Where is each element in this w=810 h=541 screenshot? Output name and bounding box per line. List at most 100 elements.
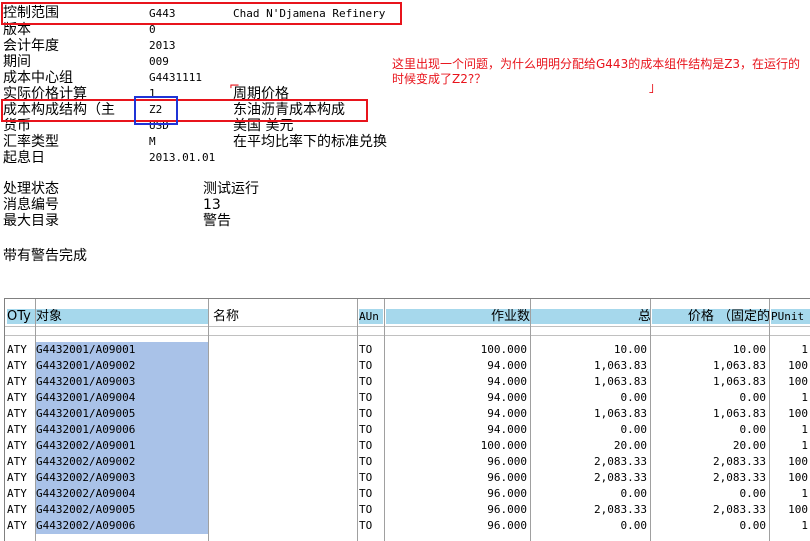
cell-aun: TO [359, 407, 373, 420]
cell-name [210, 390, 357, 406]
field-value-exchange-rate-type[interactable]: M [149, 134, 156, 150]
cell-oty: ATY [7, 343, 27, 356]
cell-name [210, 374, 357, 390]
cell-oty: ATY [7, 487, 27, 500]
table-row[interactable]: ATY G4432001/A09002 TO 94.000 1,063.83 1,063.… [5, 358, 810, 374]
cell-name [210, 518, 357, 534]
table-row[interactable]: ATY G4432002/A09002 TO 96.000 2,083.33 2,083.… [5, 454, 810, 470]
cell-price: 0.00 [739, 391, 767, 404]
cell-activity: 96.000 [487, 471, 527, 484]
cell-activity: 94.000 [487, 375, 527, 388]
cell-oty: ATY [7, 455, 27, 468]
status-value-processing: 测试运行 [203, 181, 259, 197]
table-row[interactable]: ATY G4432002/A09004 TO 96.000 0.00 0.00 1 [5, 486, 810, 502]
results-grid: OTy 对象 名称 AUn 作业数 总 价格 （固定的 PUnit ATY G44… [4, 298, 810, 541]
cell-object[interactable]: G4432002/A09005 [36, 502, 208, 518]
blue-highlight-z2 [134, 96, 178, 125]
table-row[interactable]: ATY G4432002/A09005 TO 96.000 2,083.33 2,083.… [5, 502, 810, 518]
cell-object[interactable]: G4432001/A09003 [36, 374, 208, 390]
table-row[interactable]: ATY G4432001/A09003 TO 94.000 1,063.83 1,063.… [5, 374, 810, 390]
cell-aun: TO [359, 423, 373, 436]
cell-object[interactable]: G4432001/A09001 [36, 342, 208, 358]
cell-object[interactable]: G4432002/A09003 [36, 470, 208, 486]
cell-aun: TO [359, 343, 373, 356]
cell-object[interactable]: G4432002/A09001 [36, 438, 208, 454]
table-row[interactable]: ATY G4432001/A09004 TO 94.000 0.00 0.00 1 [5, 390, 810, 406]
cell-activity: 96.000 [487, 503, 527, 516]
completion-message: 带有警告完成 [3, 248, 87, 264]
column-header-object[interactable]: 对象 [36, 309, 208, 324]
cell-total: 2,083.33 [594, 455, 647, 468]
cell-price: 1,063.83 [713, 407, 766, 420]
field-value-value-date[interactable]: 2013.01.01 [149, 150, 215, 166]
cell-price: 1,063.83 [713, 359, 766, 372]
field-label-value-date: 起息日 [3, 150, 45, 166]
column-header-name[interactable]: 名称 [210, 309, 357, 324]
cell-activity: 96.000 [487, 519, 527, 532]
cell-price: 2,083.33 [713, 503, 766, 516]
cell-punit: 1 [801, 343, 808, 356]
column-header-punit[interactable]: PUnit [771, 309, 810, 324]
field-value-fiscal-year[interactable]: 2013 [149, 38, 176, 54]
cell-activity: 100.000 [480, 343, 527, 356]
column-header-activity[interactable]: 作业数 [386, 309, 533, 324]
cell-oty: ATY [7, 359, 27, 372]
cell-oty: ATY [7, 407, 27, 420]
cell-punit: 100 [788, 375, 808, 388]
cell-name [210, 358, 357, 374]
cell-aun: TO [359, 519, 373, 532]
annotation-bracket-left: ⌐ [229, 79, 240, 94]
cell-punit: 100 [788, 407, 808, 420]
table-row[interactable]: ATY G4432002/A09006 TO 96.000 0.00 0.00 1 [5, 518, 810, 534]
table-row[interactable]: ATY G4432001/A09006 TO 94.000 0.00 0.00 1 [5, 422, 810, 438]
cell-object[interactable]: G4432001/A09002 [36, 358, 208, 374]
field-value-cost-center-group[interactable]: G4431111 [149, 70, 202, 86]
cell-oty: ATY [7, 439, 27, 452]
cell-object[interactable]: G4432002/A09006 [36, 518, 208, 534]
cell-object[interactable]: G4432001/A09006 [36, 422, 208, 438]
cell-price: 0.00 [739, 519, 767, 532]
cell-total: 0.00 [620, 391, 648, 404]
column-header-oty[interactable]: OTy [7, 309, 35, 324]
cell-activity: 94.000 [487, 407, 527, 420]
cell-price: 10.00 [732, 343, 766, 356]
cell-total: 1,063.83 [594, 375, 647, 388]
cell-activity: 96.000 [487, 487, 527, 500]
table-row[interactable]: ATY G4432001/A09001 TO 100.000 10.00 10.00 1 [5, 342, 810, 358]
cell-activity: 100.000 [480, 439, 527, 452]
status-label-processing: 处理状态 [3, 181, 59, 197]
cell-name [210, 438, 357, 454]
cell-punit: 1 [801, 423, 808, 436]
field-desc-exchange-rate-type: 在平均比率下的标准兑换 [233, 134, 387, 150]
cell-aun: TO [359, 487, 373, 500]
cell-punit: 100 [788, 503, 808, 516]
status-label-message-number: 消息编号 [3, 197, 59, 213]
cell-price: 2,083.33 [713, 471, 766, 484]
cell-total: 1,063.83 [594, 359, 647, 372]
annotation-note: 这里出现一个问题，为什么明明分配给G443的成本组件结构是Z3，在运行的时候变成… [392, 57, 801, 86]
cell-name [210, 470, 357, 486]
column-header-price[interactable]: 价格 （固定的 [652, 309, 770, 324]
column-header-aun[interactable]: AUn [359, 309, 383, 324]
field-label-period: 期间 [3, 54, 31, 70]
field-value-period[interactable]: 009 [149, 54, 169, 70]
cell-oty: ATY [7, 423, 27, 436]
cell-object[interactable]: G4432001/A09004 [36, 390, 208, 406]
column-header-total[interactable]: 总 [533, 309, 651, 324]
cell-object[interactable]: G4432002/A09004 [36, 486, 208, 502]
cell-oty: ATY [7, 471, 27, 484]
cell-total: 2,083.33 [594, 503, 647, 516]
cell-oty: ATY [7, 391, 27, 404]
table-row[interactable]: ATY G4432002/A09001 TO 100.000 20.00 20.00 1 [5, 438, 810, 454]
header-separator [5, 326, 810, 327]
cell-name [210, 342, 357, 358]
table-row[interactable]: ATY G4432001/A09005 TO 94.000 1,063.83 1,063.… [5, 406, 810, 422]
table-row[interactable]: ATY G4432002/A09003 TO 96.000 2,083.33 2,083.… [5, 470, 810, 486]
cell-object[interactable]: G4432002/A09002 [36, 454, 208, 470]
cell-object[interactable]: G4432001/A09005 [36, 406, 208, 422]
cell-punit: 1 [801, 439, 808, 452]
cell-price: 0.00 [739, 423, 767, 436]
cell-total: 10.00 [613, 343, 647, 356]
cell-activity: 94.000 [487, 359, 527, 372]
cell-aun: TO [359, 439, 373, 452]
